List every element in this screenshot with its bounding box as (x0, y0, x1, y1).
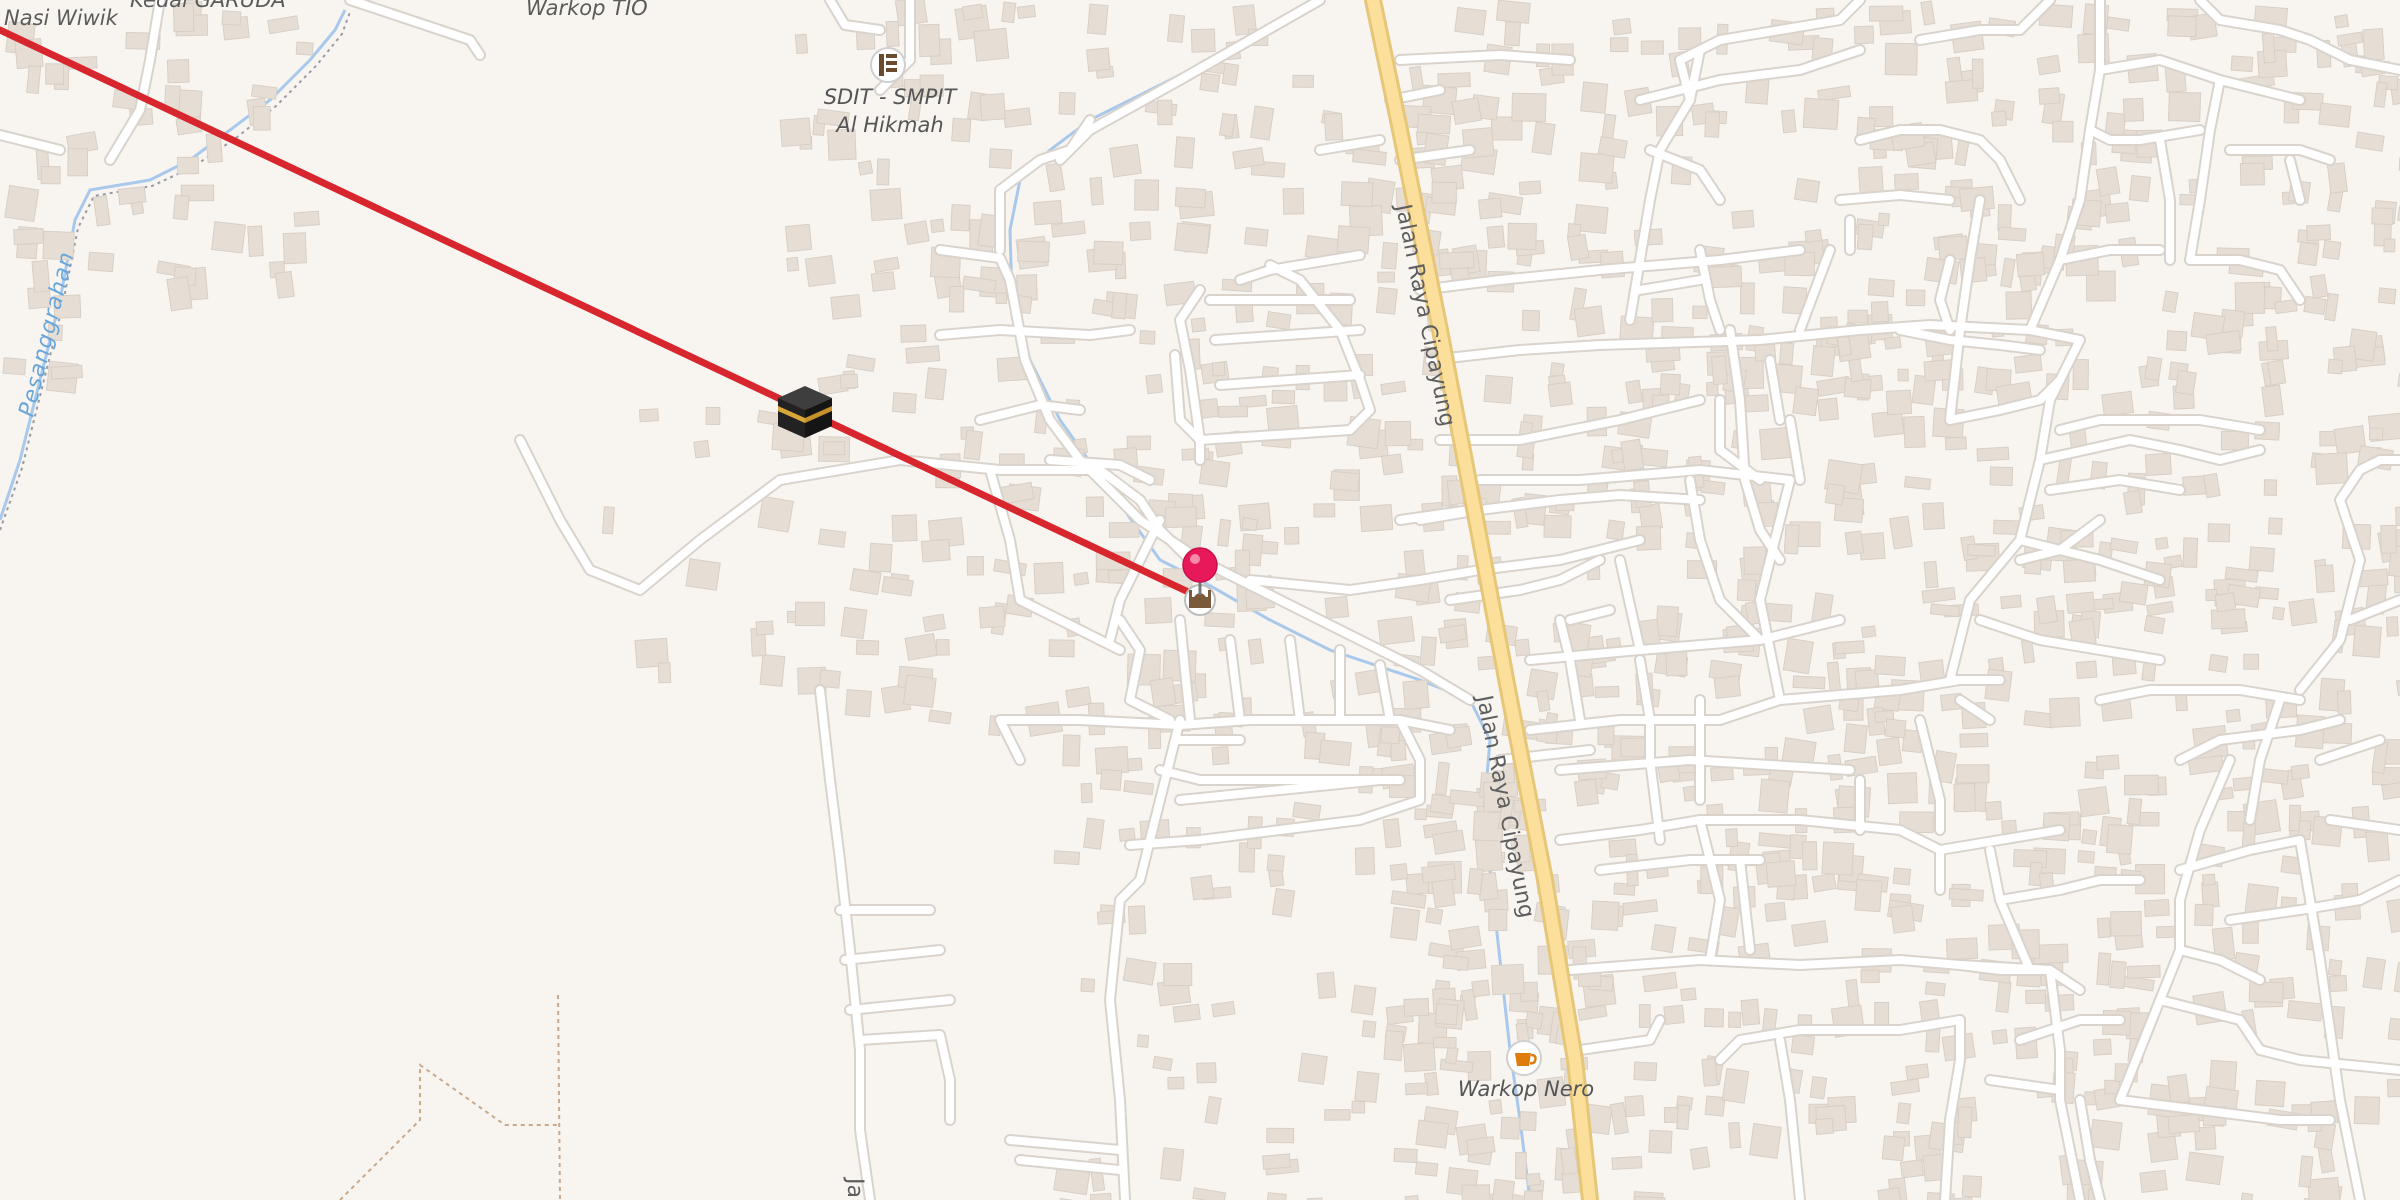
coffee-cup-icon[interactable] (1506, 1040, 1542, 1076)
label-nasi-wiwik: Nasi Wiwik (4, 6, 119, 30)
label-cafe-warkop-nero: Warkop Nero (1458, 1077, 1594, 1101)
map-canvas[interactable]: Nasi Wiwik Kedai GARUDA Warkop TIO SDIT … (0, 0, 2400, 1200)
label-school-line1: SDIT - SMPIT (824, 85, 959, 109)
map-svg[interactable]: Nasi Wiwik Kedai GARUDA Warkop TIO SDIT … (0, 0, 2400, 1200)
label-school-line2: Al Hikmah (834, 113, 943, 137)
label-kedai-garuda: Kedai GARUDA (130, 0, 286, 12)
footpaths (339, 994, 561, 1200)
school-icon[interactable] (870, 47, 906, 83)
label-bottom-road: Ja (842, 1176, 867, 1198)
label-warkop-tio: Warkop TIO (526, 0, 648, 20)
